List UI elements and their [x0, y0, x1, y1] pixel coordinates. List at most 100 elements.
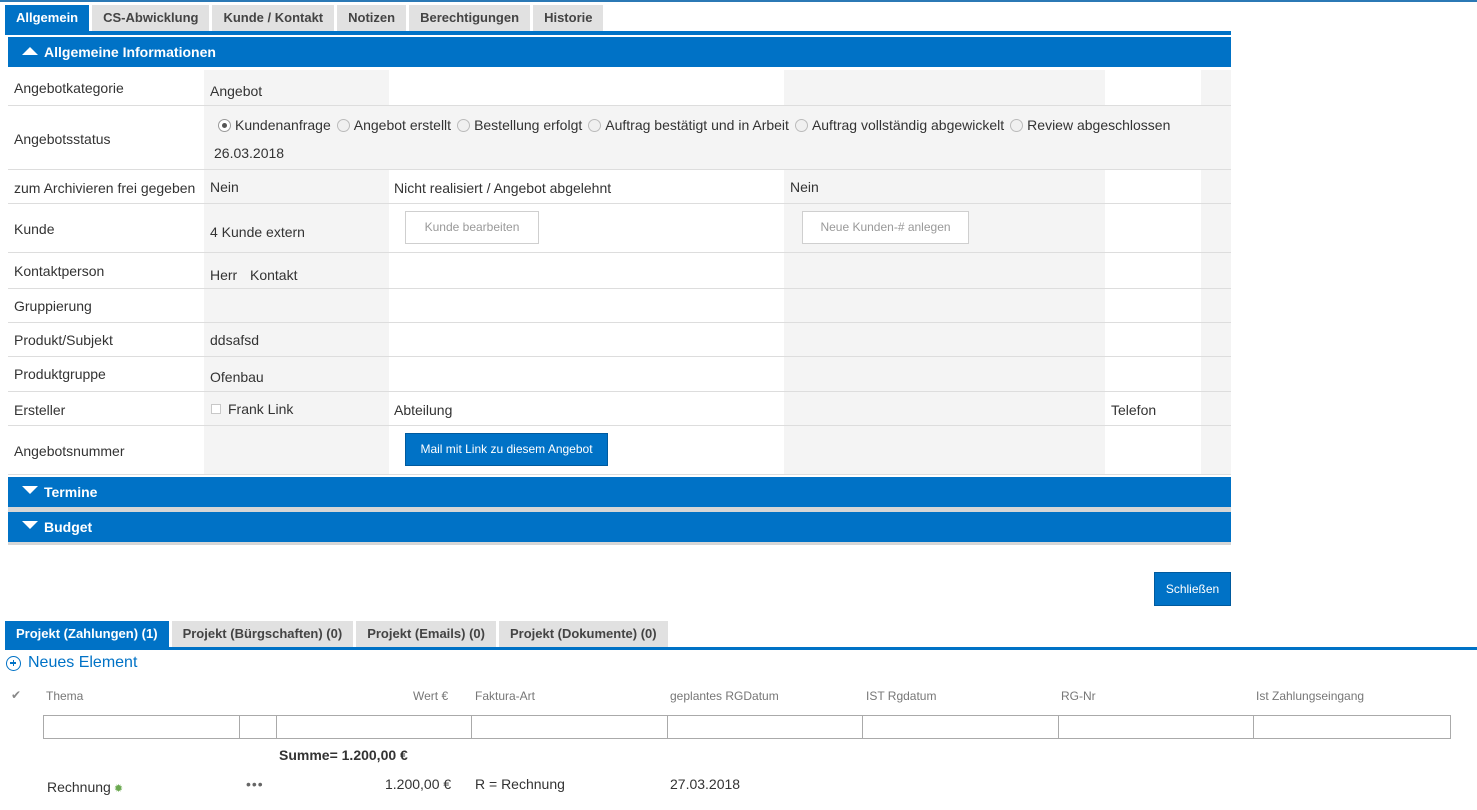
edit-customer-button[interactable]: Kunde bearbeiten: [405, 211, 539, 244]
column-ist-rgdatum[interactable]: IST Rgdatum: [866, 689, 936, 703]
column-faktura-art[interactable]: Faktura-Art: [475, 689, 535, 703]
column-wert[interactable]: Wert €: [413, 689, 448, 703]
tab-emails[interactable]: Projekt (Emails) (0): [356, 621, 496, 647]
section-termine-header[interactable]: Termine: [8, 477, 1231, 507]
chevron-up-icon: [22, 47, 38, 55]
filter-faktura-art[interactable]: [472, 716, 668, 738]
radio-icon: [794, 118, 808, 132]
general-form: Angebotkategorie Angebot Angebotsstatus …: [8, 70, 1231, 475]
value-kunde[interactable]: 4 Kunde extern: [210, 224, 305, 240]
row-geplant: 27.03.2018: [670, 776, 741, 792]
tab-berechtigungen[interactable]: Berechtigungen: [409, 5, 531, 31]
tab-dokumente[interactable]: Projekt (Dokumente) (0): [498, 621, 668, 647]
row-produktgruppe: Produktgruppe Ofenbau: [8, 357, 1231, 392]
filter-rg-nr[interactable]: [1059, 716, 1254, 738]
filter-ist-rgdatum[interactable]: [863, 716, 1059, 738]
tabs-underline: [5, 31, 1231, 35]
radio-kundenanfrage[interactable]: Kundenanfrage: [218, 117, 331, 133]
filter-thema[interactable]: [44, 716, 240, 738]
new-element-label: Neues Element: [28, 654, 138, 671]
close-button[interactable]: Schließen: [1154, 572, 1231, 606]
radio-angebot-erstellt[interactable]: Angebot erstellt: [336, 117, 451, 133]
filter-menu[interactable]: [240, 716, 277, 738]
label-gruppierung: Gruppierung: [14, 298, 92, 314]
radio-review-abgeschlossen[interactable]: Review abgeschlossen: [1010, 117, 1170, 133]
value-produkt[interactable]: ddsafsd: [210, 332, 259, 348]
value-kontakt-name[interactable]: Kontakt: [250, 267, 297, 283]
tab-kunde-kontakt[interactable]: Kunde / Kontakt: [212, 5, 335, 31]
label-produktgruppe: Produktgruppe: [14, 366, 106, 382]
row-angebotsnummer: Angebotsnummer Mail mit Link zu diesem A…: [8, 426, 1231, 475]
status-date: 26.03.2018: [214, 145, 285, 161]
label-nicht-realisiert: Nicht realisiert / Angebot abgelehnt: [394, 180, 612, 196]
radio-bestellung-erfolgt[interactable]: Bestellung erfolgt: [457, 117, 582, 133]
new-customer-button[interactable]: Neue Kunden-# anlegen: [802, 211, 969, 244]
section-general-title: Allgemeine Informationen: [44, 44, 216, 60]
project-tabs: Projekt (Zahlungen) (1) Projekt (Bürgsch…: [5, 621, 671, 647]
row-faktura: R = Rechnung: [475, 776, 565, 792]
radio-icon: [218, 118, 231, 132]
project-tabs-underline: [5, 647, 1477, 650]
tab-cs-abwicklung[interactable]: CS-Abwicklung: [92, 5, 210, 31]
radio-icon: [1010, 118, 1024, 132]
row-angebotsstatus: Angebotsstatus Kundenanfrage Angebot ers…: [8, 106, 1231, 170]
row-angebotkategorie: Angebotkategorie Angebot: [8, 70, 1231, 106]
row-kontaktperson: Kontaktperson Herr Kontakt: [8, 253, 1231, 289]
row-produkt: Produkt/Subjekt ddsafsd: [8, 323, 1231, 357]
label-produkt: Produkt/Subjekt: [14, 332, 113, 348]
value-angebotkategorie[interactable]: Angebot: [210, 83, 262, 99]
checkbox-icon[interactable]: [211, 404, 221, 414]
column-thema[interactable]: Thema: [46, 689, 83, 703]
label-ersteller: Ersteller: [14, 402, 66, 418]
chevron-down-icon: [22, 521, 38, 529]
tab-historie[interactable]: Historie: [533, 5, 604, 31]
value-anrede[interactable]: Herr: [210, 267, 237, 283]
value-produktgruppe[interactable]: Ofenbau: [210, 369, 264, 385]
row-gruppierung: Gruppierung: [8, 289, 1231, 323]
row-archiv: zum Archivieren frei gegeben Nein Nicht …: [8, 170, 1231, 204]
new-element-link[interactable]: Neues Element: [6, 654, 137, 672]
column-rg-nr[interactable]: RG-Nr: [1061, 689, 1096, 703]
label-kontaktperson: Kontaktperson: [14, 263, 105, 279]
table-row[interactable]: Rechnung ✹: [47, 779, 123, 795]
top-accent-line: [0, 0, 1477, 2]
gear-icon: ✹: [113, 783, 124, 795]
tab-buergschaften[interactable]: Projekt (Bürgschaften) (0): [171, 621, 354, 647]
tab-allgemein[interactable]: Allgemein: [5, 5, 90, 31]
mail-link-button[interactable]: Mail mit Link zu diesem Angebot: [405, 433, 608, 466]
label-angebotkategorie: Angebotkategorie: [14, 80, 124, 96]
column-geplantes-rgdatum[interactable]: geplantes RGDatum: [670, 689, 779, 703]
filter-geplantes-rgdatum[interactable]: [668, 716, 863, 738]
label-abteilung: Abteilung: [394, 402, 453, 418]
value-archiv[interactable]: Nein: [210, 179, 239, 195]
section-divider: [8, 542, 1231, 545]
section-budget-header[interactable]: Budget: [8, 512, 1231, 542]
label-telefon: Telefon: [1111, 402, 1157, 418]
tab-zahlungen[interactable]: Projekt (Zahlungen) (1): [5, 621, 169, 647]
column-ist-zahlungseingang[interactable]: Ist Zahlungseingang: [1256, 689, 1364, 703]
filter-row: [43, 715, 1451, 739]
ellipsis-icon[interactable]: •••: [246, 776, 264, 792]
radio-icon: [588, 118, 602, 132]
row-kunde: Kunde 4 Kunde extern Kunde bearbeiten Ne…: [8, 204, 1231, 253]
check-icon[interactable]: ✔: [11, 688, 21, 702]
value-nicht-realisiert[interactable]: Nein: [790, 179, 819, 195]
radio-auftrag-abgewickelt[interactable]: Auftrag vollständig abgewickelt: [794, 117, 1004, 133]
label-kunde: Kunde: [14, 221, 55, 237]
filter-ist-zahlungseingang[interactable]: [1254, 716, 1450, 738]
label-angebotsnummer: Angebotsnummer: [14, 443, 125, 459]
filter-wert[interactable]: [277, 716, 472, 738]
radio-auftrag-bestaetigt[interactable]: Auftrag bestätigt und in Arbeit: [588, 117, 789, 133]
row-ersteller: Ersteller Frank Link Abteilung Telefon: [8, 392, 1231, 426]
row-thema[interactable]: Rechnung: [47, 779, 111, 795]
label-angebotsstatus: Angebotsstatus: [14, 131, 111, 147]
sum-value: = 1.200,00 €: [329, 747, 408, 763]
value-ersteller[interactable]: Frank Link: [228, 401, 293, 417]
chevron-down-icon: [22, 486, 38, 494]
section-general-header[interactable]: Allgemeine Informationen: [8, 37, 1231, 67]
row-wert: 1.200,00 €: [385, 776, 452, 792]
status-radio-group: Kundenanfrage Angebot erstellt Bestellun…: [218, 117, 1176, 133]
tab-notizen[interactable]: Notizen: [337, 5, 407, 31]
sum-row: Summe= 1.200,00 €: [279, 747, 408, 763]
plus-circle-icon: [6, 655, 21, 671]
